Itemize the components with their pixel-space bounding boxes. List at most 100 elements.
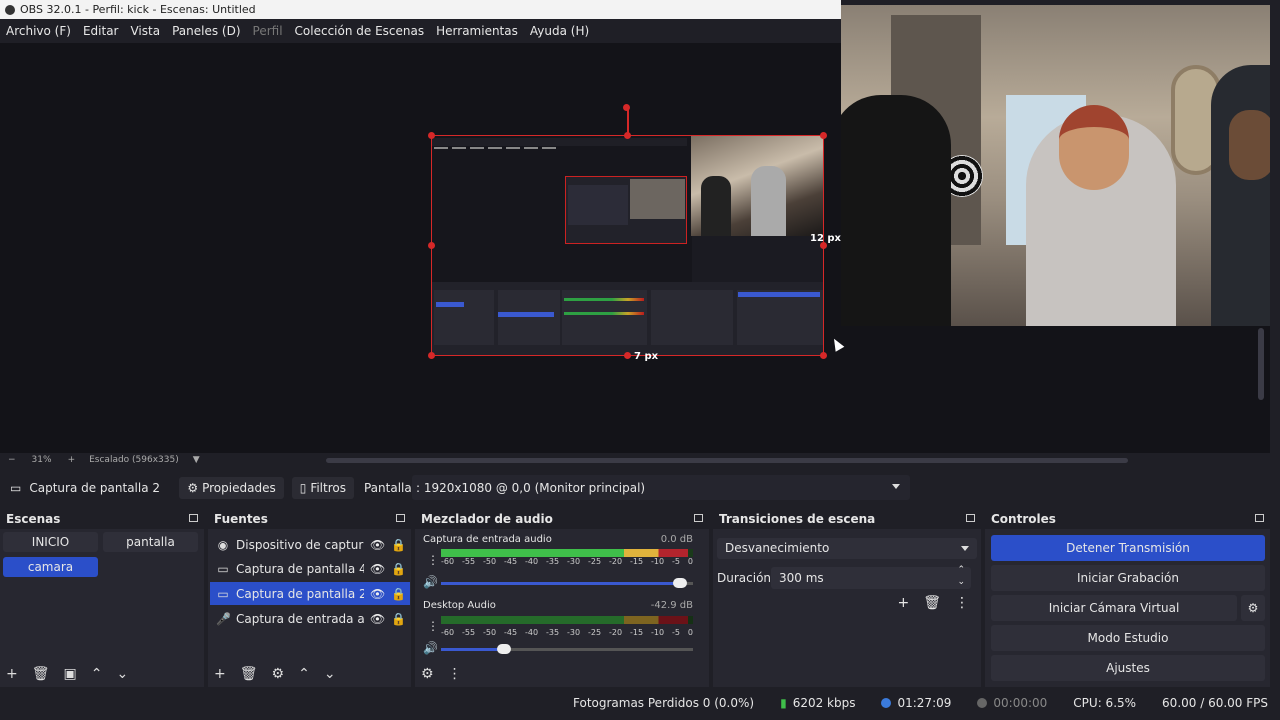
- trash-icon[interactable]: 🗑: [923, 595, 941, 611]
- chevron-down-icon[interactable]: ⌄: [324, 666, 336, 682]
- lock-icon[interactable]: 🔒: [391, 538, 406, 552]
- start-recording-button[interactable]: Iniciar Grabación: [991, 565, 1265, 591]
- zoom-percent: 31%: [31, 455, 52, 465]
- resize-handle-top-left[interactable]: [428, 132, 435, 139]
- source-item[interactable]: 🎤 Captura de entrada audic 👁 🔒: [210, 607, 410, 630]
- add-icon[interactable]: +: [214, 666, 226, 682]
- meter-tick-label: -25: [588, 628, 602, 637]
- advanced-audio-icon[interactable]: ⚙: [421, 666, 434, 682]
- menu-coleccion-escenas[interactable]: Colección de Escenas: [295, 24, 425, 38]
- undock-icon[interactable]: [966, 514, 975, 522]
- scenes-dock: Escenas INICIO pantalla camara + 🗑 ▣ ⌃ ⌄: [0, 509, 204, 687]
- undock-icon[interactable]: [396, 514, 405, 522]
- trash-icon[interactable]: 🗑: [240, 666, 258, 682]
- meter-tick-label: -10: [651, 628, 665, 637]
- meter-tick-label: -35: [546, 628, 560, 637]
- mixer-title: Mezclador de audio: [421, 512, 553, 526]
- undock-icon[interactable]: [1255, 514, 1264, 522]
- volume-slider[interactable]: [441, 644, 693, 654]
- speaker-icon[interactable]: 🔊: [423, 575, 438, 589]
- scale-mode-label[interactable]: Escalado (596x335): [89, 455, 179, 465]
- volume-slider[interactable]: [441, 578, 693, 588]
- more-options-icon[interactable]: ⋮: [448, 666, 462, 682]
- lock-icon[interactable]: 🔒: [391, 612, 406, 626]
- speaker-icon[interactable]: 🔊: [423, 641, 438, 655]
- sources-dock-title: Fuentes: [208, 509, 411, 529]
- preview-vertical-scrollbar[interactable]: [1258, 328, 1264, 400]
- meter-tick-label: -25: [588, 557, 602, 566]
- more-options-icon[interactable]: ⋮: [427, 553, 439, 567]
- gear-icon[interactable]: ⚙: [272, 666, 285, 682]
- bitrate: 6202 kbps: [792, 696, 856, 710]
- source-item[interactable]: ▭ Captura de pantalla 4 👁 🔒: [210, 557, 410, 580]
- resize-handle-top-right[interactable]: [820, 132, 827, 139]
- preview-horizontal-scrollbar[interactable]: [326, 458, 1128, 463]
- resize-handle-bottom-right[interactable]: [820, 352, 827, 359]
- stop-streaming-button[interactable]: Detener Transmisión: [991, 535, 1265, 561]
- chevron-down-icon[interactable]: ⌄: [116, 666, 128, 682]
- scene-pantalla[interactable]: pantalla: [103, 532, 198, 552]
- lock-icon[interactable]: 🔒: [391, 587, 406, 601]
- selected-source-bounds[interactable]: [431, 135, 824, 356]
- menu-ayuda[interactable]: Ayuda (H): [530, 24, 589, 38]
- filters-button[interactable]: ▯ Filtros: [291, 476, 354, 499]
- add-icon[interactable]: +: [897, 595, 909, 611]
- source-item-selected[interactable]: ▭ Captura de pantalla 2 👁 🔒: [210, 582, 410, 605]
- menu-archivo[interactable]: Archivo (F): [6, 24, 71, 38]
- zoom-out-button[interactable]: −: [8, 455, 16, 465]
- meter-tick-label: -15: [630, 557, 644, 566]
- meter-tick-label: -55: [462, 628, 476, 637]
- meter-tick-label: -55: [462, 557, 476, 566]
- chevron-down-icon: [961, 546, 969, 551]
- more-options-icon[interactable]: ⋮: [427, 619, 439, 633]
- menu-paneles[interactable]: Paneles (D): [172, 24, 240, 38]
- right-edge-distance: 12 px: [810, 233, 842, 244]
- transition-select[interactable]: Desvanecimiento: [717, 538, 977, 559]
- meter-scale: -60 -55 -50 -45 -40 -35 -30 -25 -20 -15 -10 -5 0: [441, 628, 693, 637]
- eye-icon[interactable]: 👁: [370, 538, 385, 552]
- eye-icon[interactable]: 👁: [370, 612, 385, 626]
- channel-db: -42.9 dB: [650, 600, 693, 611]
- resize-handle-bottom-left[interactable]: [428, 352, 435, 359]
- controls-dock-title: Controles: [985, 509, 1270, 529]
- source-item[interactable]: ◉ Dispositivo de captura de 👁 🔒: [210, 533, 410, 556]
- more-options-icon[interactable]: ⋮: [955, 595, 969, 611]
- resize-handle-top[interactable]: [624, 132, 631, 139]
- studio-mode-button[interactable]: Modo Estudio: [991, 625, 1265, 651]
- eye-icon[interactable]: 👁: [370, 587, 385, 601]
- gear-icon: ⚙: [1247, 601, 1259, 615]
- cpu-usage: CPU: 6.5%: [1073, 696, 1137, 710]
- eye-icon[interactable]: 👁: [370, 562, 385, 576]
- rotation-handle[interactable]: [623, 104, 630, 111]
- scene-camara[interactable]: camara: [3, 557, 98, 577]
- resize-handle-bottom[interactable]: [624, 352, 631, 359]
- start-virtual-camera-button[interactable]: Iniciar Cámara Virtual: [991, 595, 1237, 621]
- zoom-in-button[interactable]: +: [68, 455, 76, 465]
- menu-editar[interactable]: Editar: [83, 24, 119, 38]
- chevron-up-icon[interactable]: ⌃: [298, 666, 310, 682]
- chevron-up-icon[interactable]: ⌃: [91, 666, 103, 682]
- bottom-edge-distance: 7 px: [634, 351, 659, 362]
- settings-button[interactable]: Ajustes: [991, 655, 1265, 681]
- duration-input[interactable]: 300 ms ⌃ ⌄: [771, 564, 971, 589]
- stepper-icon[interactable]: ⌃ ⌄: [957, 564, 965, 588]
- screen-select[interactable]: : 1920x1080 @ 0,0 (Monitor principal): [412, 475, 910, 500]
- resize-handle-left[interactable]: [428, 242, 435, 249]
- filter-icon[interactable]: ▣: [64, 666, 77, 682]
- scene-inicio[interactable]: INICIO: [3, 532, 98, 552]
- transitions-dock: Transiciones de escena Desvanecimiento D…: [713, 509, 981, 687]
- properties-button[interactable]: ⚙ Propiedades: [179, 476, 284, 499]
- undock-icon[interactable]: [694, 514, 703, 522]
- screen-select-value: : 1920x1080 @ 0,0 (Monitor principal): [416, 480, 646, 495]
- lock-icon[interactable]: 🔒: [391, 562, 406, 576]
- menu-vista[interactable]: Vista: [130, 24, 160, 38]
- channel-name: Captura de entrada audio: [423, 534, 552, 545]
- virtual-camera-settings-button[interactable]: ⚙: [1241, 595, 1265, 621]
- screen-label: Pantalla: [363, 480, 412, 495]
- chevron-down-icon[interactable]: ▼: [193, 455, 200, 465]
- trash-icon[interactable]: 🗑: [32, 666, 50, 682]
- undock-icon[interactable]: [189, 514, 198, 522]
- nested-webcam-image: [691, 136, 823, 236]
- add-icon[interactable]: +: [6, 666, 18, 682]
- menu-herramientas[interactable]: Herramientas: [436, 24, 518, 38]
